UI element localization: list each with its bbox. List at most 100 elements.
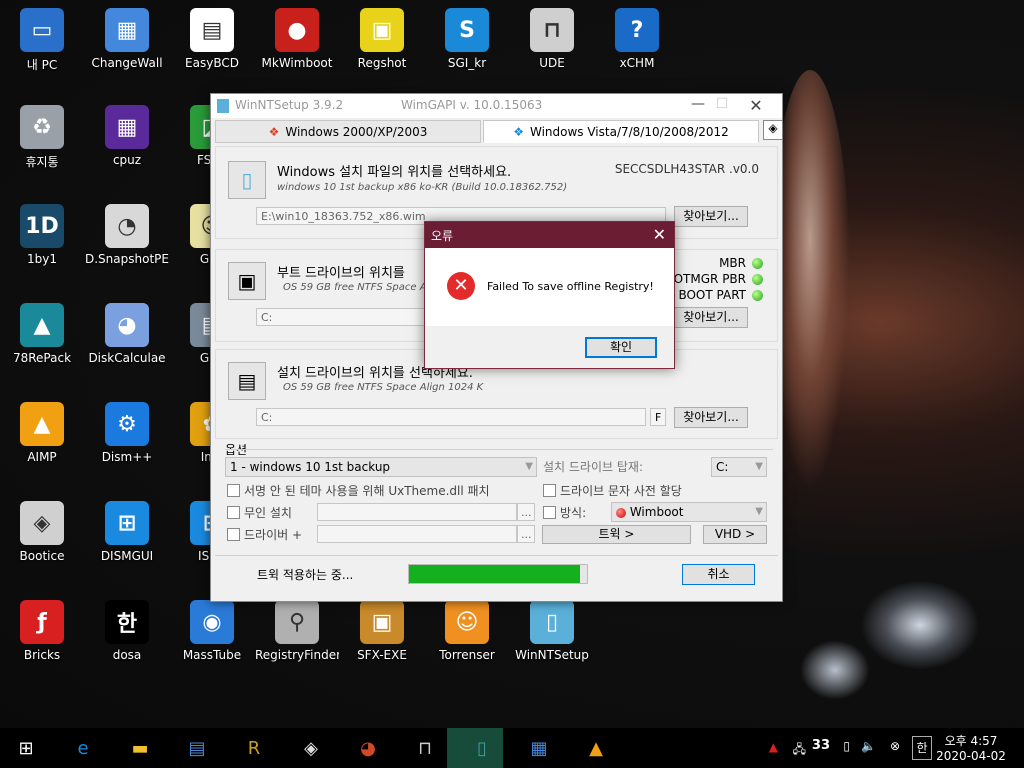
desktop-icon-7[interactable]: ? xCHM: [595, 8, 679, 70]
ime-indicator[interactable]: 한: [912, 736, 932, 760]
close-icon[interactable]: ✕: [744, 96, 768, 116]
mount-drive-select[interactable]: C: ▼: [711, 457, 767, 477]
windows-vista-icon: ❖: [513, 124, 524, 139]
desktop-icon-6[interactable]: ⊓ UDE: [510, 8, 594, 70]
desktop-icon-label: EasyBCD: [185, 56, 239, 70]
letter-checkbox[interactable]: 드라이브 문자 사전 할당: [543, 482, 682, 499]
install-drive-icon: ▤: [228, 362, 266, 400]
desktop-icon-24[interactable]: 한 dosa: [85, 600, 169, 662]
desktop-icon-label: 78RePack: [12, 351, 72, 365]
tab-windows-modern[interactable]: ❖ Windows Vista/7/8/10/2008/2012: [483, 120, 759, 143]
driver-field[interactable]: [317, 525, 517, 543]
tweak-button[interactable]: 트윅 >: [542, 525, 691, 544]
desktop-icon-4[interactable]: ▣ Regshot: [340, 8, 424, 70]
ie-icon[interactable]: e: [63, 732, 103, 764]
usb-taskbar-icon[interactable]: ⊓: [405, 732, 445, 764]
desktop-icon-0[interactable]: ▭ 내 PC: [0, 8, 84, 73]
reshacker-icon[interactable]: R: [234, 732, 274, 764]
unattend-checkbox[interactable]: 무인 설치: [227, 504, 292, 521]
uxtheme-checkbox[interactable]: 서명 안 된 테마 사용을 위해 UxTheme.dll 패치: [227, 482, 490, 499]
desktop-icon-17[interactable]: ▲ AIMP: [0, 402, 84, 464]
desktop-icon-label: DiskCalculae: [88, 351, 166, 365]
install-browse-button[interactable]: 찾아보기...: [674, 407, 748, 428]
desktop-icon-8[interactable]: ♻ 휴지통: [0, 105, 84, 170]
dialog-message: Failed To save offline Registry!: [487, 280, 654, 293]
vhd-button[interactable]: VHD >: [703, 525, 767, 544]
maximize-icon[interactable]: ☐: [710, 96, 734, 116]
bootice-taskbar-icon[interactable]: ◈: [291, 732, 331, 764]
unattend-browse[interactable]: ...: [517, 503, 535, 521]
edition-value: 1 - windows 10 1st backup: [230, 460, 391, 474]
torrenser-icon: ☺: [445, 600, 489, 644]
ladybug-icon: ●: [275, 8, 319, 52]
desktop-icon-15[interactable]: ◕ DiskCalculae: [85, 303, 169, 365]
mount-label: 설치 드라이브 탑재:: [543, 460, 643, 474]
driver-browse[interactable]: ...: [517, 525, 535, 543]
aimp-taskbar-icon[interactable]: ▲: [576, 732, 616, 764]
snapshot-drive-icon: ◔: [105, 204, 149, 248]
desktop-icon-12[interactable]: ◔ D.SnapshotPE: [85, 204, 169, 266]
clear-icon[interactable]: ⊗: [890, 739, 900, 753]
cpu-icon: ▦: [105, 105, 149, 149]
boot-browse-button[interactable]: 찾아보기...: [674, 307, 748, 328]
disk-partition-icon[interactable]: ◕: [348, 732, 388, 764]
install-flag[interactable]: F: [650, 408, 666, 426]
tray-arrow-icon[interactable]: ▲: [769, 740, 778, 754]
desktop-icon-28[interactable]: ☺ Torrenser: [425, 600, 509, 662]
tab-windows-legacy[interactable]: ❖ Windows 2000/XP/2003: [215, 120, 481, 143]
clock[interactable]: 오후 4:57 2020-04-02: [936, 732, 1006, 763]
install-path-field[interactable]: C:: [256, 408, 646, 426]
start-windows-icon[interactable]: ⊞: [6, 732, 46, 764]
method-select[interactable]: Wimboot ▼: [611, 502, 767, 522]
desktop-icon-1[interactable]: ▦ ChangeWall: [85, 8, 169, 70]
notepad-icon[interactable]: ▤: [177, 732, 217, 764]
explorer-folder-icon[interactable]: ▬: [120, 732, 160, 764]
network-icon[interactable]: 🖧: [793, 740, 806, 761]
bootpart-status: BOOT PART: [674, 287, 763, 303]
minimize-icon[interactable]: —: [686, 96, 710, 116]
clock-date: 2020-04-02: [936, 749, 1006, 763]
desktop-icon-2[interactable]: ▤ EasyBCD: [170, 8, 254, 70]
windows-xp-icon: ❖: [268, 124, 280, 139]
desktop-icon-3[interactable]: ● MkWimboot: [255, 8, 339, 70]
window-titlebar[interactable]: WinNTSetup 3.9.2 WimGAPI v. 10.0.15063 —…: [211, 94, 782, 118]
windows-logo-icon: ⊞: [105, 501, 149, 545]
changewall-taskbar-icon[interactable]: ▦: [519, 732, 559, 764]
desktop-icon-9[interactable]: ▦ cpuz: [85, 105, 169, 167]
unattend-field[interactable]: [317, 503, 517, 521]
status-led-icon: [752, 258, 763, 269]
edition-select[interactable]: 1 - windows 10 1st backup ▼: [225, 457, 537, 477]
usb-eject-icon[interactable]: ▯: [843, 739, 850, 753]
desktop-icon-21[interactable]: ⊞ DISMGUI: [85, 501, 169, 563]
source-version: SECCSDLH43STAR .v0.0: [614, 162, 759, 176]
desktop-icon-label: xCHM: [619, 56, 655, 70]
tray-counter[interactable]: 33: [812, 738, 830, 753]
ok-button[interactable]: 확인: [585, 337, 657, 358]
desktop-icon-25[interactable]: ◉ MassTube: [170, 600, 254, 662]
wallpaper-flower: [800, 640, 870, 700]
desktop-icon-29[interactable]: ▯ WinNTSetup: [510, 600, 594, 662]
wallpaper-flower: [860, 580, 980, 670]
driver-checkbox[interactable]: 드라이버 +: [227, 526, 302, 543]
cancel-button[interactable]: 취소: [682, 564, 755, 585]
globe-download-icon: ◉: [190, 600, 234, 644]
desktop-icon-26[interactable]: ⚲ RegistryFinder: [255, 600, 339, 662]
disk-pie-icon: ◕: [105, 303, 149, 347]
dosa-icon: 한: [105, 600, 149, 644]
desktop-icon-18[interactable]: ⚙ Dism++: [85, 402, 169, 464]
dialog-close-icon[interactable]: ✕: [653, 225, 666, 244]
dialog-titlebar[interactable]: 오류 ✕: [425, 222, 674, 248]
desktop-icon-14[interactable]: ▲ 78RePack: [0, 303, 84, 365]
settings-diamond-icon[interactable]: ◈: [763, 120, 783, 140]
desktop-icon-11[interactable]: 1D 1by1: [0, 204, 84, 266]
desktop-icon-5[interactable]: S SGI_kr: [425, 8, 509, 70]
volume-icon[interactable]: 🔈: [861, 739, 876, 753]
package-icon: ▣: [360, 600, 404, 644]
source-browse-button[interactable]: 찾아보기...: [674, 206, 748, 227]
desktop-icon-27[interactable]: ▣ SFX-EXE: [340, 600, 424, 662]
method-checkbox[interactable]: 방식:: [543, 504, 586, 521]
desktop-icon-20[interactable]: ◈ Bootice: [0, 501, 84, 563]
chm-icon: ?: [615, 8, 659, 52]
desktop-icon-23[interactable]: ƒ Bricks: [0, 600, 84, 662]
desktop-icon-label: 1by1: [27, 252, 57, 266]
